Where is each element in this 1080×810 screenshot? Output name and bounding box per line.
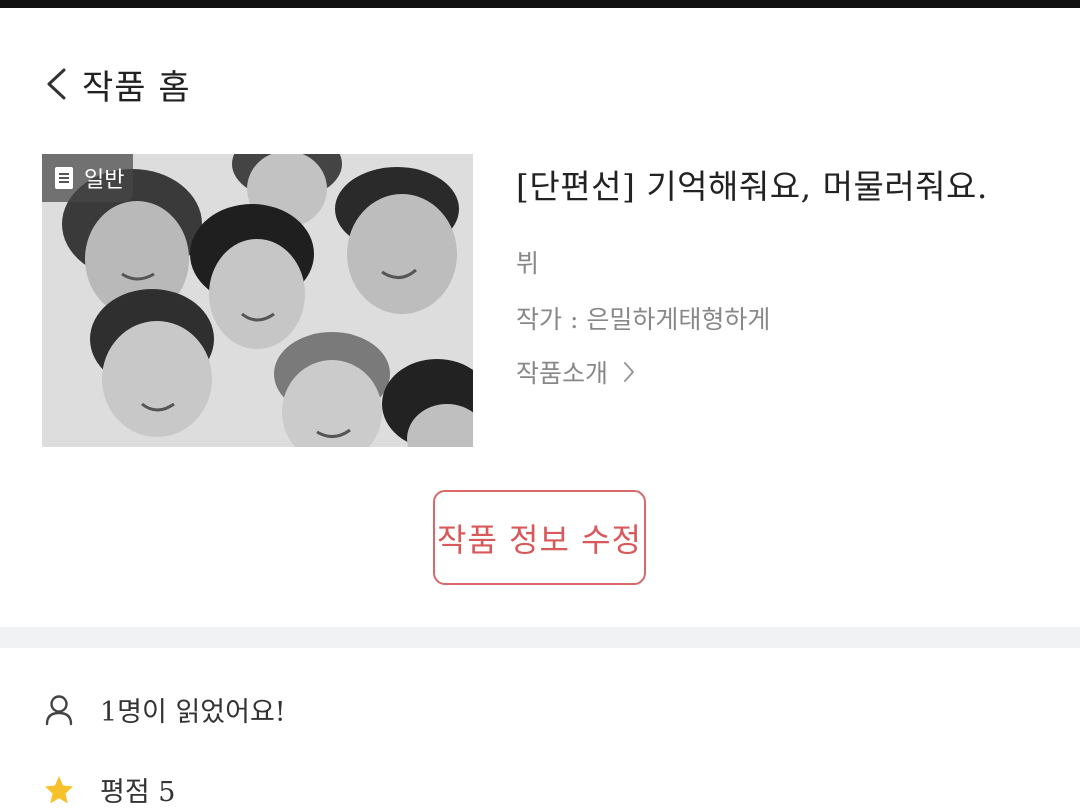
page-title: 작품 홈	[82, 67, 191, 108]
cover-image: 일반	[42, 154, 473, 447]
work-author[interactable]: 작가 : 은밀하게태형하게	[516, 300, 1076, 336]
page-header: 작품 홈	[44, 56, 191, 112]
star-icon	[45, 775, 73, 803]
chevron-right-icon	[624, 362, 635, 382]
category-badge: 일반	[42, 154, 133, 202]
work-info: [단편선] 기억해줘요, 머물러줘요. 뷔 작가 : 은밀하게태형하게 작품소개	[516, 160, 1076, 390]
person-icon	[45, 694, 73, 725]
reads-stat: 1명이 읽었어요!	[44, 690, 286, 729]
section-divider	[0, 627, 1080, 648]
badge-label: 일반	[84, 168, 125, 193]
work-title: [단편선] 기억해줘요, 머물러줘요.	[516, 167, 988, 206]
work-genre: 뷔	[516, 249, 540, 278]
edit-work-info-button[interactable]: 작품 정보 수정	[433, 490, 646, 585]
reads-text: 1명이 읽었어요!	[100, 697, 286, 728]
chevron-left-icon	[47, 68, 66, 100]
rating-text: 평점 5	[100, 777, 176, 808]
document-icon	[55, 167, 73, 189]
status-bar-strip	[0, 0, 1080, 8]
back-button[interactable]: 작품 홈	[44, 60, 191, 109]
intro-label: 작품소개	[516, 359, 609, 388]
rating-stat: 평점 5	[44, 770, 175, 809]
work-intro-link[interactable]: 작품소개	[516, 354, 1076, 390]
